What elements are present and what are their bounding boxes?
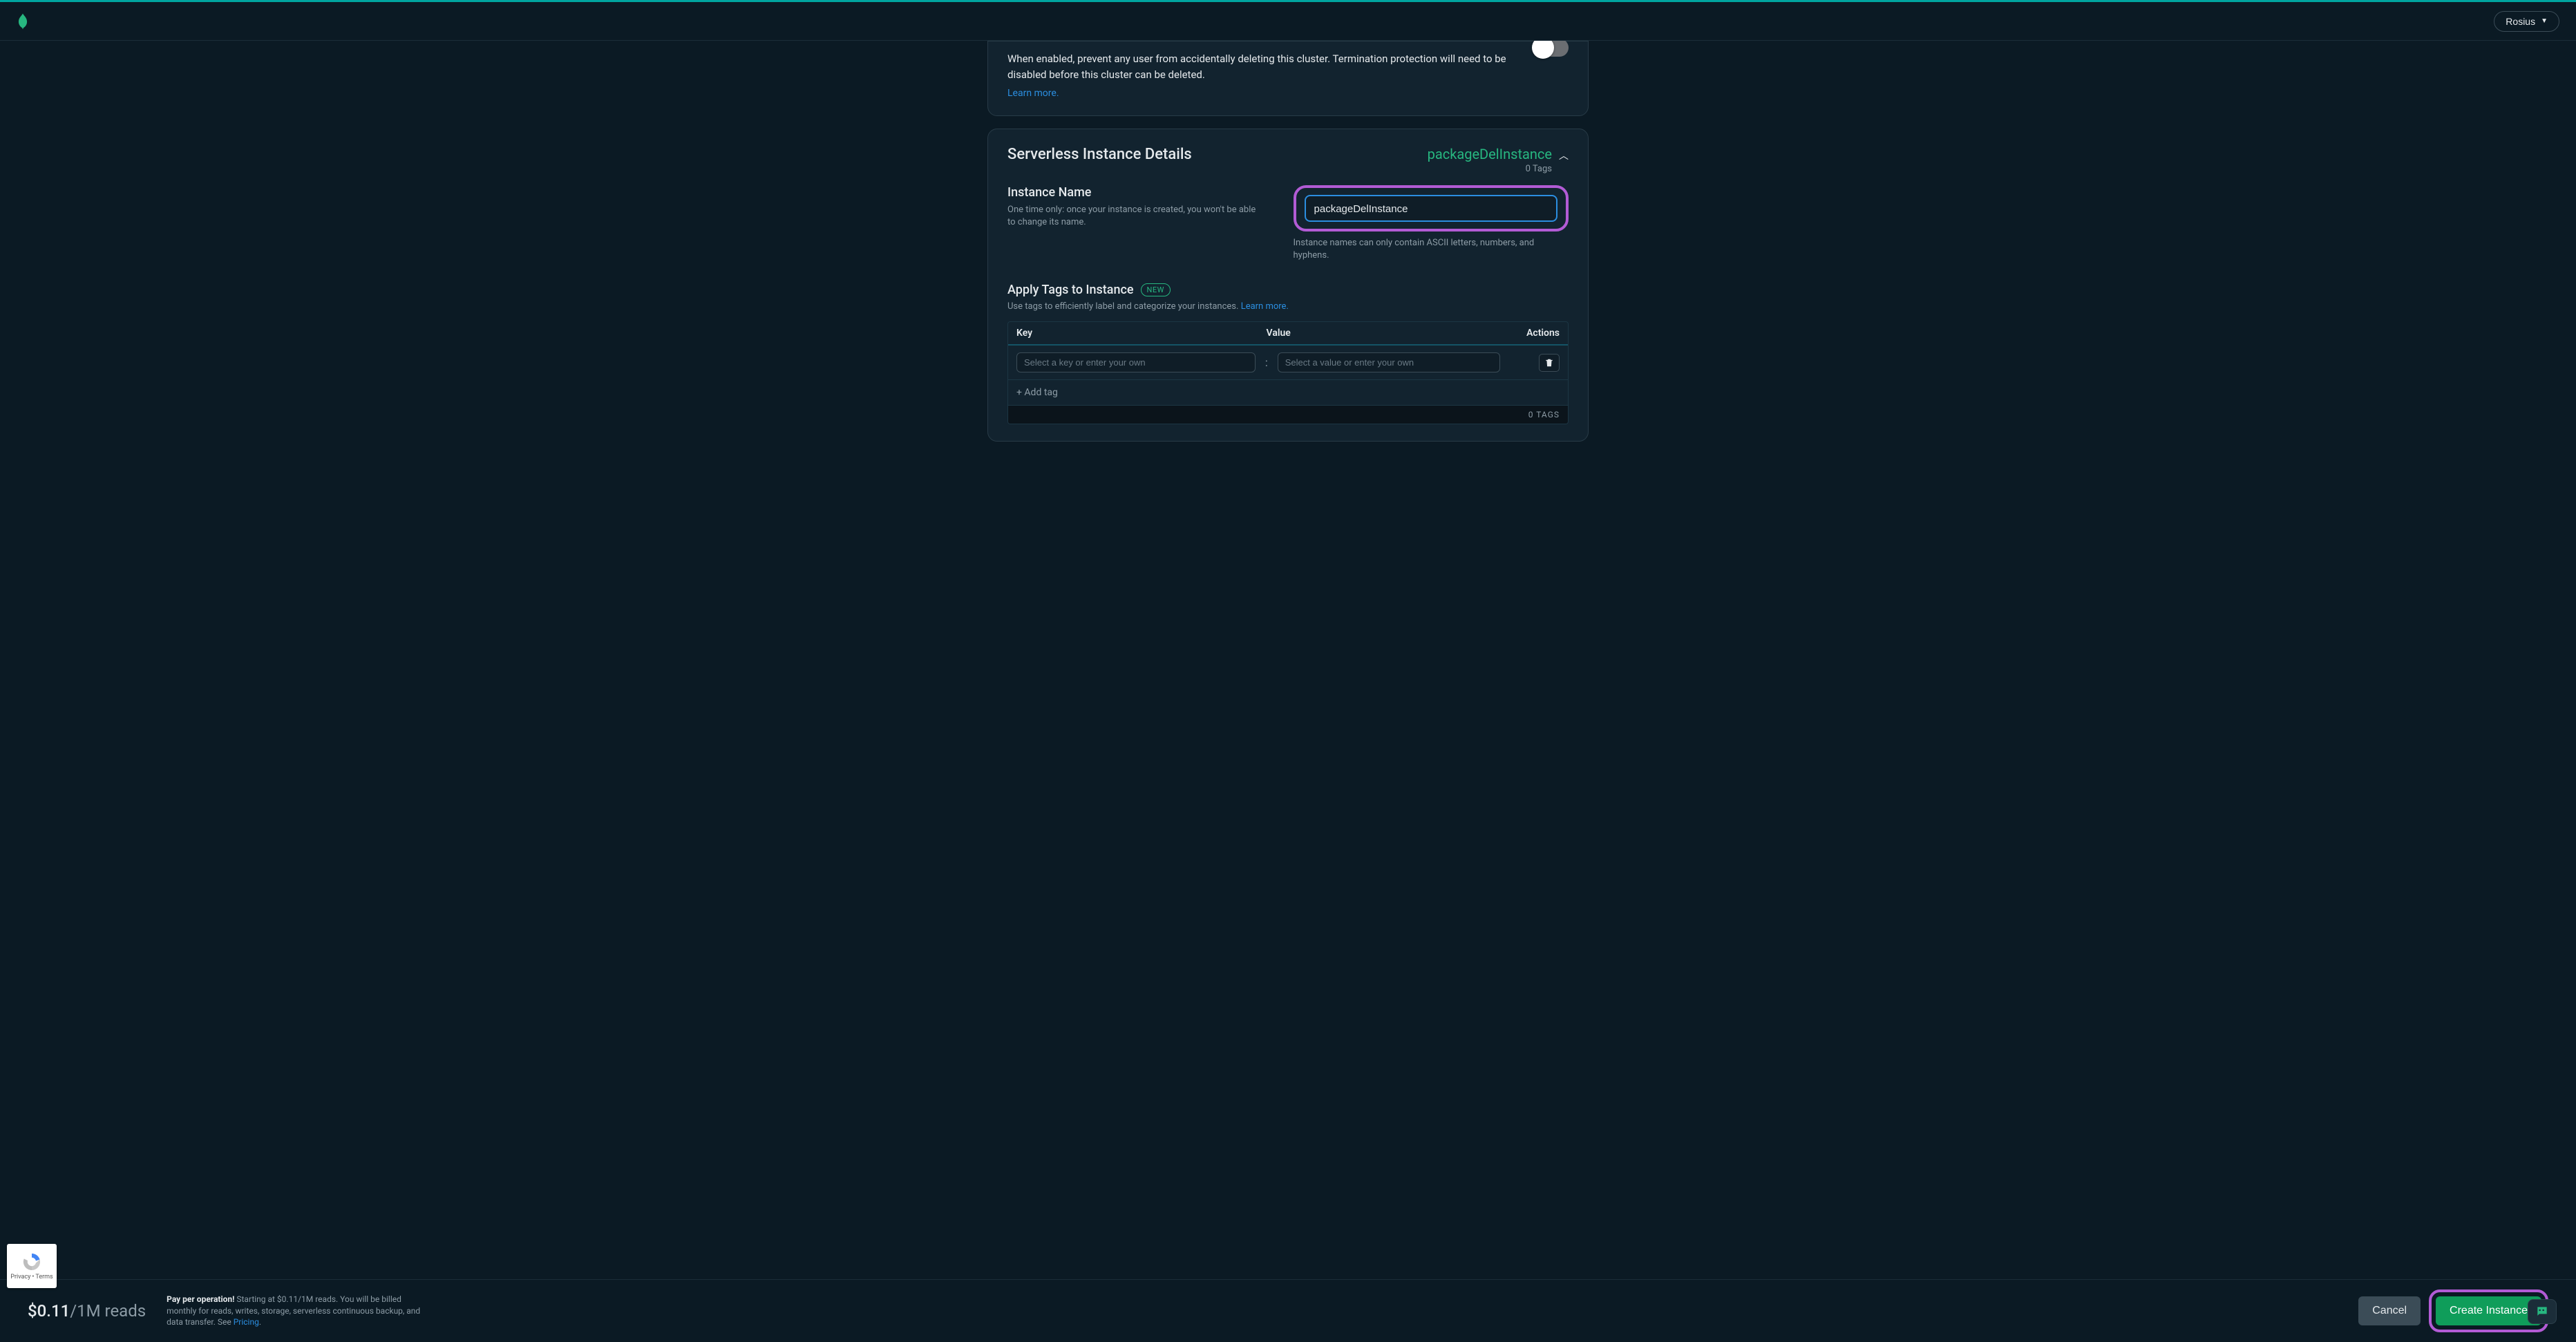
tags-count-top: 0 Tags <box>1428 164 1552 174</box>
tags-help-text: Use tags to efficiently label and catego… <box>1007 301 1569 312</box>
recaptcha-privacy-link[interactable]: Privacy <box>10 1274 30 1280</box>
instance-name-input[interactable] <box>1314 203 1548 215</box>
instance-name-display: packageDelInstance <box>1428 146 1552 162</box>
instance-name-rule: Instance names can only contain ASCII le… <box>1294 237 1569 262</box>
tags-footer-count: 0 TAGS <box>1008 405 1568 424</box>
chevron-up-icon: ︿ <box>1559 150 1569 161</box>
chevron-down-icon: ▼ <box>2541 17 2548 25</box>
instance-name-label: Instance Name <box>1007 185 1266 200</box>
main-content: When enabled, prevent any user from acci… <box>0 41 2576 1279</box>
recaptcha-badge: Privacy•Terms <box>7 1244 57 1288</box>
recaptcha-icon <box>21 1251 42 1272</box>
tags-table: Key Value Actions : + Add tag 0 TAGS <box>1007 321 1569 424</box>
tags-col-actions: Actions <box>1505 328 1560 339</box>
delete-tag-button[interactable] <box>1539 354 1560 372</box>
pricing-link[interactable]: Pricing <box>234 1317 259 1327</box>
instance-name-help: One time only: once your instance is cre… <box>1007 204 1266 229</box>
cancel-button[interactable]: Cancel <box>2358 1296 2421 1325</box>
recaptcha-terms-link[interactable]: Terms <box>35 1274 53 1280</box>
instance-details-card: Serverless Instance Details packageDelIn… <box>987 129 1589 442</box>
add-tag-button[interactable]: + Add tag <box>1008 379 1568 405</box>
tag-value-input[interactable] <box>1278 352 1500 372</box>
termination-toggle[interactable] <box>1534 41 1569 57</box>
tag-row: : <box>1008 346 1568 379</box>
topbar: Rosius ▼ <box>0 2 2576 41</box>
create-instance-button[interactable]: Create Instance <box>2436 1296 2541 1325</box>
termination-learn-more-link[interactable]: Learn more. <box>1007 88 1059 99</box>
termination-protection-card: When enabled, prevent any user from acci… <box>987 41 1589 116</box>
termination-description: When enabled, prevent any user from acci… <box>1007 51 1506 82</box>
price-description: Pay per operation! Starting at $0.11/1M … <box>167 1294 429 1328</box>
footer-bar: $0.11/1M reads Pay per operation! Starti… <box>0 1279 2576 1342</box>
tag-key-input[interactable] <box>1016 352 1256 372</box>
trash-icon <box>1544 358 1554 368</box>
user-menu-button[interactable]: Rosius ▼ <box>2494 11 2559 32</box>
mongodb-leaf-icon <box>14 12 32 30</box>
user-name-label: Rosius <box>2506 16 2535 27</box>
tags-col-key: Key <box>1016 328 1267 339</box>
tags-learn-more-link[interactable]: Learn more. <box>1241 301 1289 312</box>
new-badge: NEW <box>1141 283 1171 296</box>
help-chat-button[interactable] <box>2528 1299 2557 1324</box>
collapse-button[interactable]: ︿ <box>1559 149 1569 162</box>
chat-icon <box>2535 1305 2549 1319</box>
instance-details-title: Serverless Instance Details <box>1007 146 1192 163</box>
price-label: $0.11/1M reads <box>28 1301 146 1321</box>
tags-col-value: Value <box>1267 328 1506 339</box>
apply-tags-title: Apply Tags to Instance <box>1007 283 1134 297</box>
instance-name-highlight <box>1294 185 1569 231</box>
tag-separator: : <box>1262 356 1271 369</box>
